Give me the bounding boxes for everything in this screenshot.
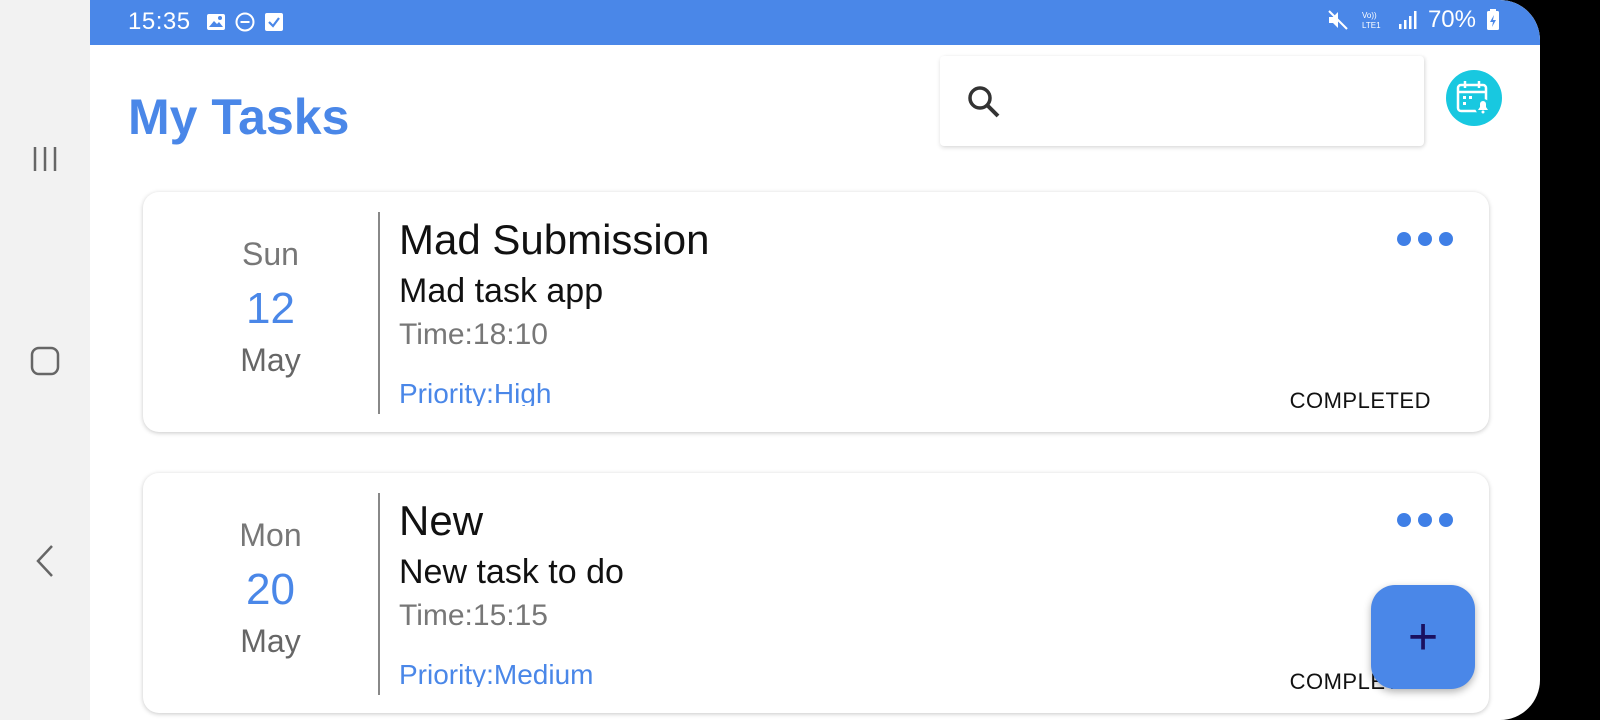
- volte-icon: Vo)) LTE1: [1362, 11, 1381, 30]
- home-button[interactable]: [22, 338, 68, 384]
- back-icon: [36, 545, 53, 577]
- divider: [378, 493, 380, 695]
- add-task-button[interactable]: +: [1371, 585, 1475, 689]
- divider: [378, 212, 380, 414]
- menu-dot: [1418, 232, 1432, 246]
- task-status: COMPLETED: [1289, 388, 1431, 408]
- do-not-disturb-icon: [235, 12, 255, 32]
- menu-dot: [1439, 513, 1453, 527]
- task-date: Mon 20 May: [143, 473, 398, 713]
- task-time: Time:15:15: [399, 599, 548, 632]
- search-icon[interactable]: [966, 84, 1002, 120]
- task-month: May: [240, 342, 301, 378]
- task-date: Sun 12 May: [143, 192, 398, 432]
- task-day: Sun: [242, 236, 299, 272]
- task-card[interactable]: Sun 12 May Mad Submission Mad task app T…: [143, 192, 1489, 432]
- more-options-icon[interactable]: [1397, 513, 1453, 527]
- recents-icon: [33, 147, 57, 171]
- task-date-number: 12: [246, 284, 295, 333]
- task-description: New task to do: [399, 553, 624, 591]
- calendar-bell-icon: [1456, 81, 1491, 115]
- task-title: New: [399, 497, 484, 544]
- menu-dot: [1397, 232, 1411, 246]
- image-icon: [207, 14, 225, 30]
- task-card[interactable]: Mon 20 May New New task to do Time:15:15…: [143, 473, 1489, 713]
- recent-apps-button[interactable]: [22, 136, 68, 182]
- plus-icon: +: [1407, 608, 1439, 666]
- calendar-reminder-button[interactable]: [1446, 70, 1502, 126]
- battery-percentage: 70%: [1427, 6, 1476, 33]
- notification-icons: [206, 12, 284, 32]
- task-time: Time:18:10: [399, 318, 548, 351]
- mute-icon: [1328, 10, 1348, 30]
- task-priority: Priority:High: [399, 378, 552, 406]
- menu-dot: [1439, 232, 1453, 246]
- more-options-icon[interactable]: [1397, 232, 1453, 246]
- battery-icon: [1487, 9, 1499, 30]
- status-time: 15:35: [128, 8, 191, 35]
- task-month: May: [240, 623, 301, 659]
- task-title: Mad Submission: [399, 216, 710, 263]
- menu-dot: [1397, 513, 1411, 527]
- back-button[interactable]: [22, 538, 68, 584]
- search-box[interactable]: [940, 56, 1424, 146]
- system-navigation-bar: [0, 0, 90, 720]
- task-date-number: 20: [246, 565, 295, 614]
- task-day: Mon: [239, 517, 302, 553]
- checkbox-icon: [265, 13, 283, 31]
- menu-dot: [1418, 513, 1432, 527]
- status-right-icons: Vo)) LTE1 70%: [1326, 6, 1500, 34]
- task-priority: Priority:Medium: [399, 659, 594, 687]
- home-icon: [30, 346, 60, 376]
- signal-icon: [1398, 11, 1417, 29]
- page-title: My Tasks: [128, 89, 350, 145]
- search-input[interactable]: [1020, 76, 1410, 126]
- app-screen: 15:35 Vo)) LTE1 70% My Tasks Sun 12 May …: [90, 0, 1540, 720]
- status-bar: 15:35 Vo)) LTE1 70%: [90, 0, 1540, 45]
- svg-text:Vo)): Vo)): [1362, 11, 1377, 20]
- task-description: Mad task app: [399, 272, 604, 310]
- svg-text:LTE1: LTE1: [1362, 21, 1381, 30]
